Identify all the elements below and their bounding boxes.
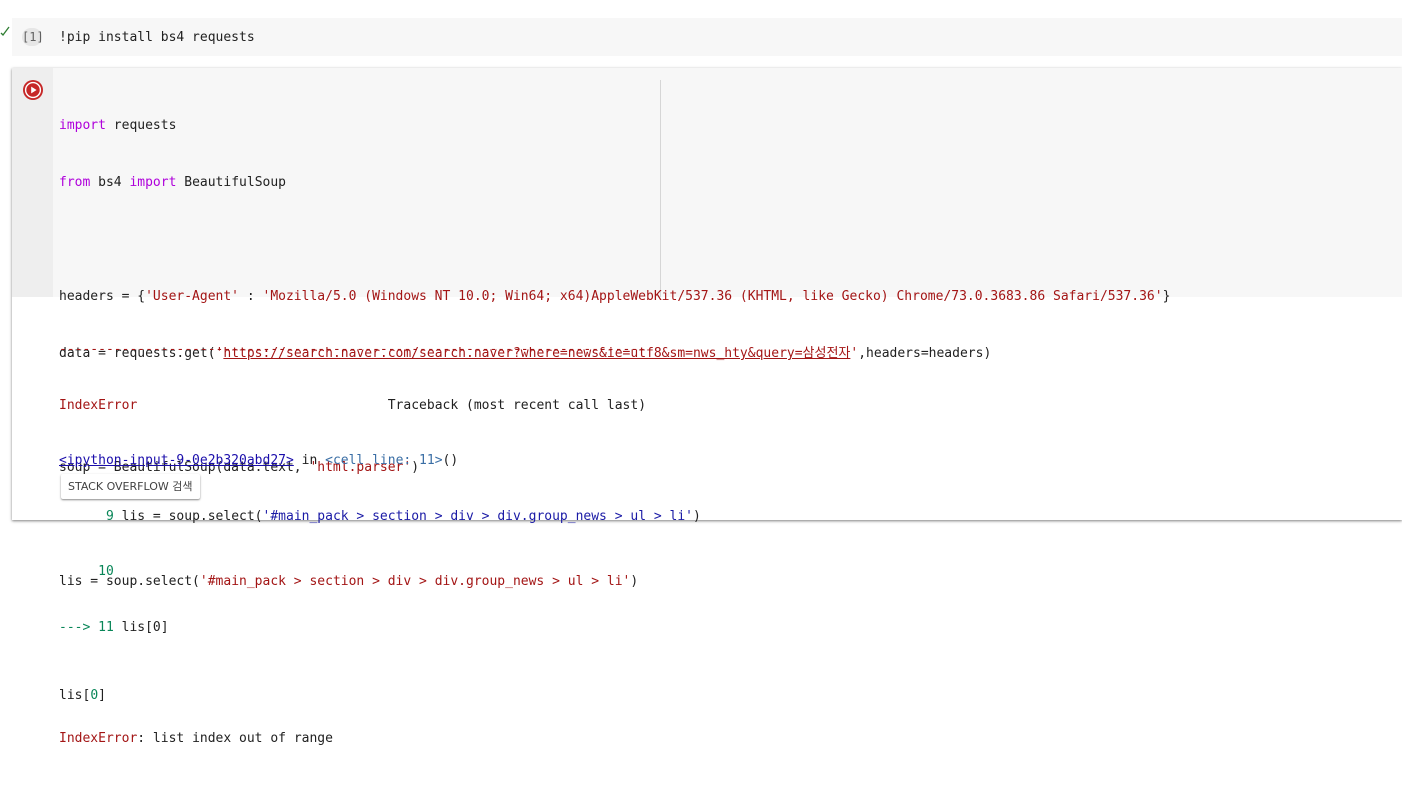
- traceback-location: <ipython-input-9-0e2b320abd27> in <cell …: [59, 452, 701, 471]
- string-literal: 'User-Agent': [145, 289, 240, 304]
- line-number: 10: [59, 564, 114, 579]
- code-text: BeautifulSoup: [176, 175, 286, 190]
- traceback-code: lis = soup.select(: [113, 508, 263, 524]
- keyword: import: [59, 118, 106, 133]
- code-line-1: import requests: [59, 116, 1170, 135]
- code-cell-scraper[interactable]: import requests from bs4 import Beautifu…: [12, 68, 1402, 746]
- ipython-input-link[interactable]: <ipython-input-9-0e2b320abd27>: [59, 453, 294, 468]
- cell-gutter: [12, 68, 53, 297]
- traceback-title: Traceback (most recent call last): [137, 397, 647, 413]
- code-text: headers = {: [59, 289, 146, 304]
- code-text: requests: [105, 118, 177, 133]
- traceback-text: (): [442, 453, 459, 468]
- traceback-divider: ----------------------------------------…: [59, 342, 646, 357]
- execution-count-badge: [1]: [22, 28, 44, 46]
- traceback-header: IndexError Traceback (most recent call l…: [59, 397, 701, 416]
- code-line-2: from bs4 import BeautifulSoup: [59, 173, 1170, 192]
- code-text: :: [239, 289, 263, 304]
- cell-output: ----------------------------------------…: [59, 304, 701, 785]
- traceback-line-11: ---> 11 lis[0]: [59, 619, 701, 638]
- traceback-line-10: 10: [59, 563, 701, 582]
- error-message: IndexError: list index out of range: [59, 730, 701, 749]
- code-text: bs4: [90, 175, 130, 190]
- play-icon: [24, 81, 42, 99]
- code-text: ,headers=headers): [858, 346, 992, 361]
- traceback-text: in: [293, 453, 326, 468]
- line-number: 9: [59, 508, 114, 524]
- keyword: from: [59, 175, 91, 190]
- stack-overflow-search-button[interactable]: STACK OVERFLOW 검색: [61, 474, 200, 499]
- traceback-code: ): [692, 508, 701, 524]
- pip-command: !pip install bs4 requests: [59, 30, 255, 45]
- traceback-string: '#main_pack > section > div > div.group_…: [262, 508, 693, 524]
- string-literal: 'Mozilla/5.0 (Windows NT 10.0; Win64; x6…: [262, 289, 1163, 304]
- keyword: import: [129, 175, 177, 190]
- cell1-code[interactable]: !pip install bs4 requests: [59, 28, 255, 47]
- cell-line-ref: <cell line: 11>: [325, 453, 443, 468]
- code-text: }: [1162, 289, 1171, 304]
- run-cell-button[interactable]: [23, 80, 43, 100]
- traceback-line-9: 9 lis = soup.select('#main_pack > sectio…: [59, 508, 701, 527]
- error-text: : list index out of range: [137, 730, 333, 746]
- traceback-code: lis[0]: [113, 619, 169, 635]
- error-type: IndexError: [59, 397, 138, 413]
- error-arrow: ---> 11: [59, 619, 114, 635]
- error-type: IndexError: [59, 730, 138, 746]
- check-icon: [0, 26, 10, 36]
